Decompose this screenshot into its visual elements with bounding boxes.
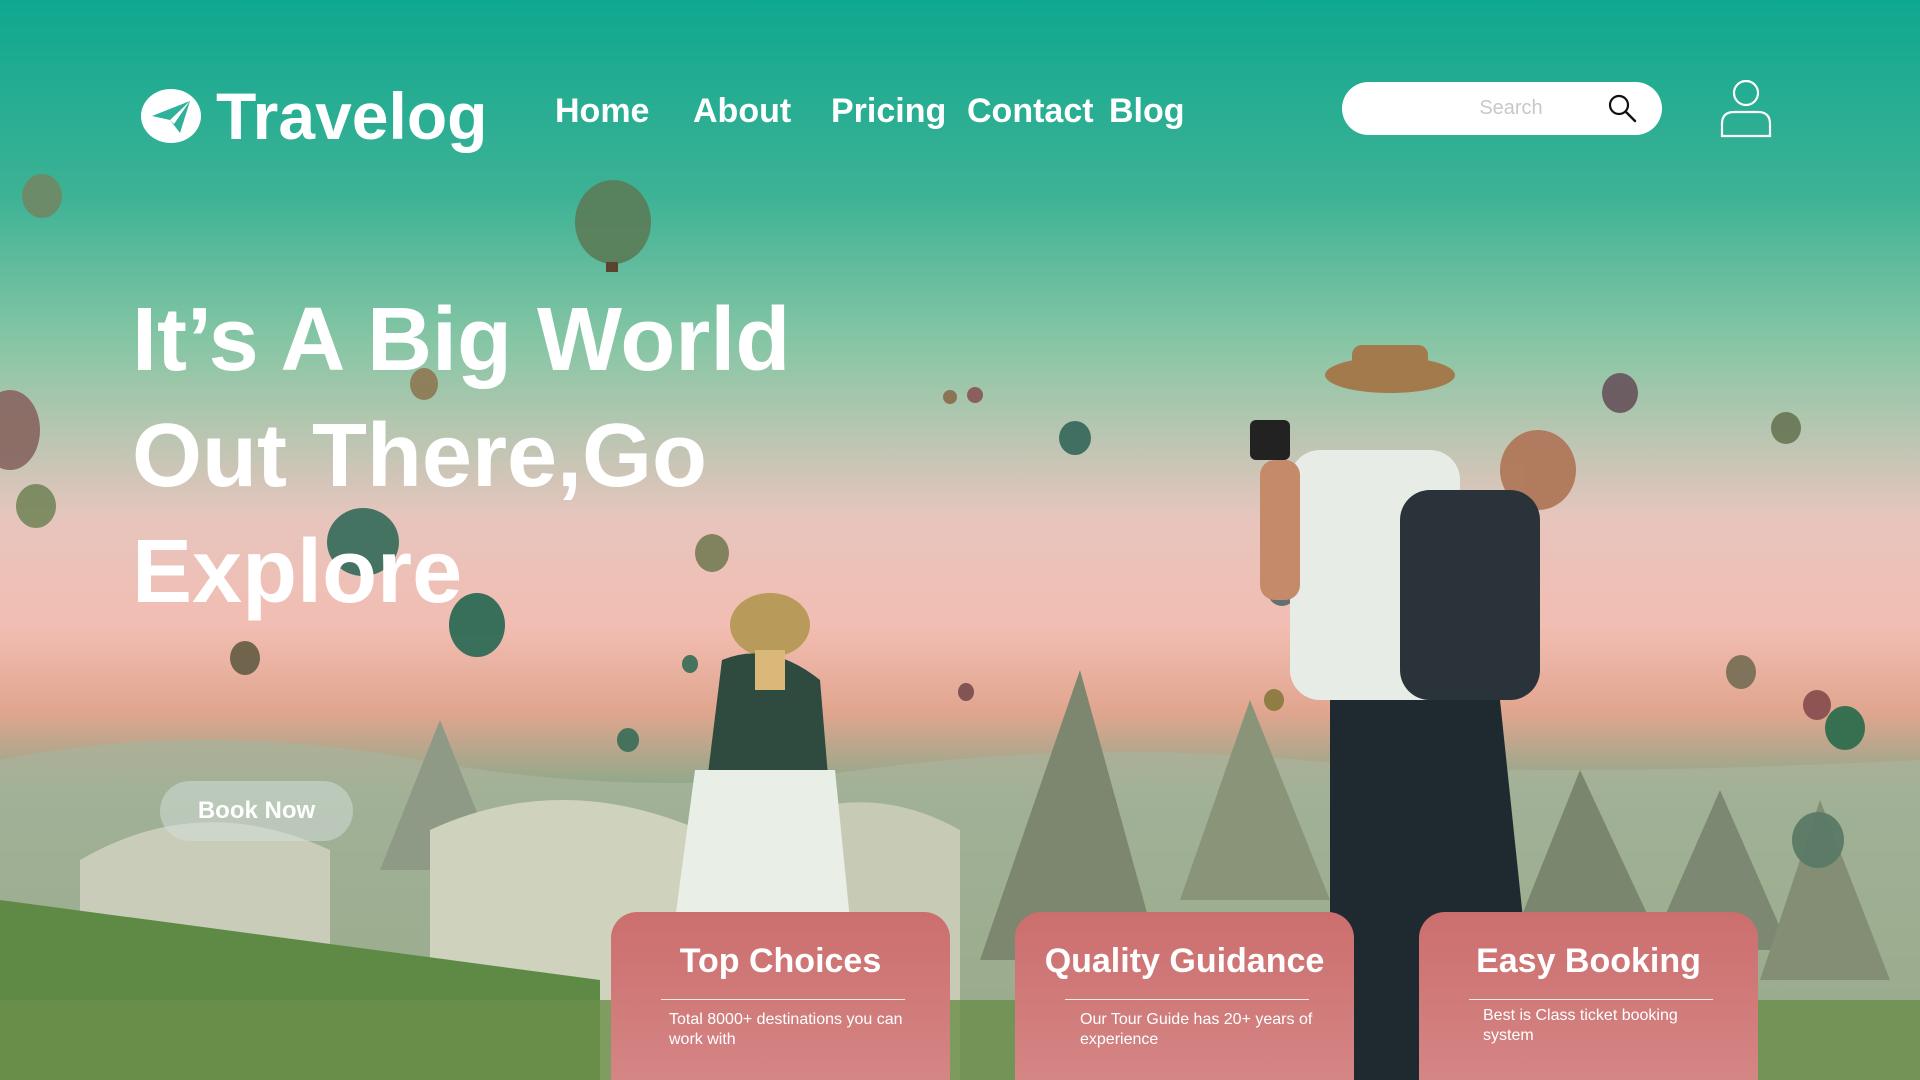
search-icon[interactable] xyxy=(1607,93,1637,123)
hero-headline: It’s A Big World Out There,Go Explore xyxy=(132,282,992,630)
card-text: Best is Class ticket booking system xyxy=(1483,1007,1678,1044)
brand-name: Travelog xyxy=(216,79,488,153)
hero-background: Travelog Home About Pricing Contact Blog… xyxy=(0,0,1920,1080)
nav-pricing[interactable]: Pricing xyxy=(831,92,946,131)
card-text: Our Tour Guide has 20+ years of experien… xyxy=(1080,1011,1313,1048)
headline-line-1: It’s A Big World xyxy=(132,290,791,390)
nav-about[interactable]: About xyxy=(693,92,791,131)
card-title: Easy Booking xyxy=(1476,942,1701,980)
headline-line-2: Out There,Go xyxy=(132,406,708,506)
nav-blog[interactable]: Blog xyxy=(1109,92,1185,131)
feature-card-easy-booking: Easy Booking Best is Class ticket bookin… xyxy=(1419,912,1758,1080)
brand-logo[interactable]: Travelog xyxy=(140,78,487,154)
card-title: Top Choices xyxy=(679,942,882,980)
paper-plane-icon xyxy=(141,89,201,143)
book-now-button[interactable]: Book Now xyxy=(160,781,353,841)
user-icon[interactable] xyxy=(1720,80,1772,138)
feature-card-top-choices: Top Choices Total 8000+ destinations you… xyxy=(611,912,950,1080)
card-divider xyxy=(661,999,905,1000)
card-divider xyxy=(1065,999,1309,1000)
card-divider xyxy=(1469,999,1713,1000)
feature-card-quality-guidance: Quality Guidance Our Tour Guide has 20+ … xyxy=(1015,912,1354,1080)
nav-contact[interactable]: Contact xyxy=(967,92,1094,131)
nav-home[interactable]: Home xyxy=(555,92,649,131)
card-text: Total 8000+ destinations you can work wi… xyxy=(669,1011,903,1048)
card-title: Quality Guidance xyxy=(1044,942,1325,980)
search-input[interactable] xyxy=(1362,90,1602,127)
headline-line-3: Explore xyxy=(132,522,463,622)
